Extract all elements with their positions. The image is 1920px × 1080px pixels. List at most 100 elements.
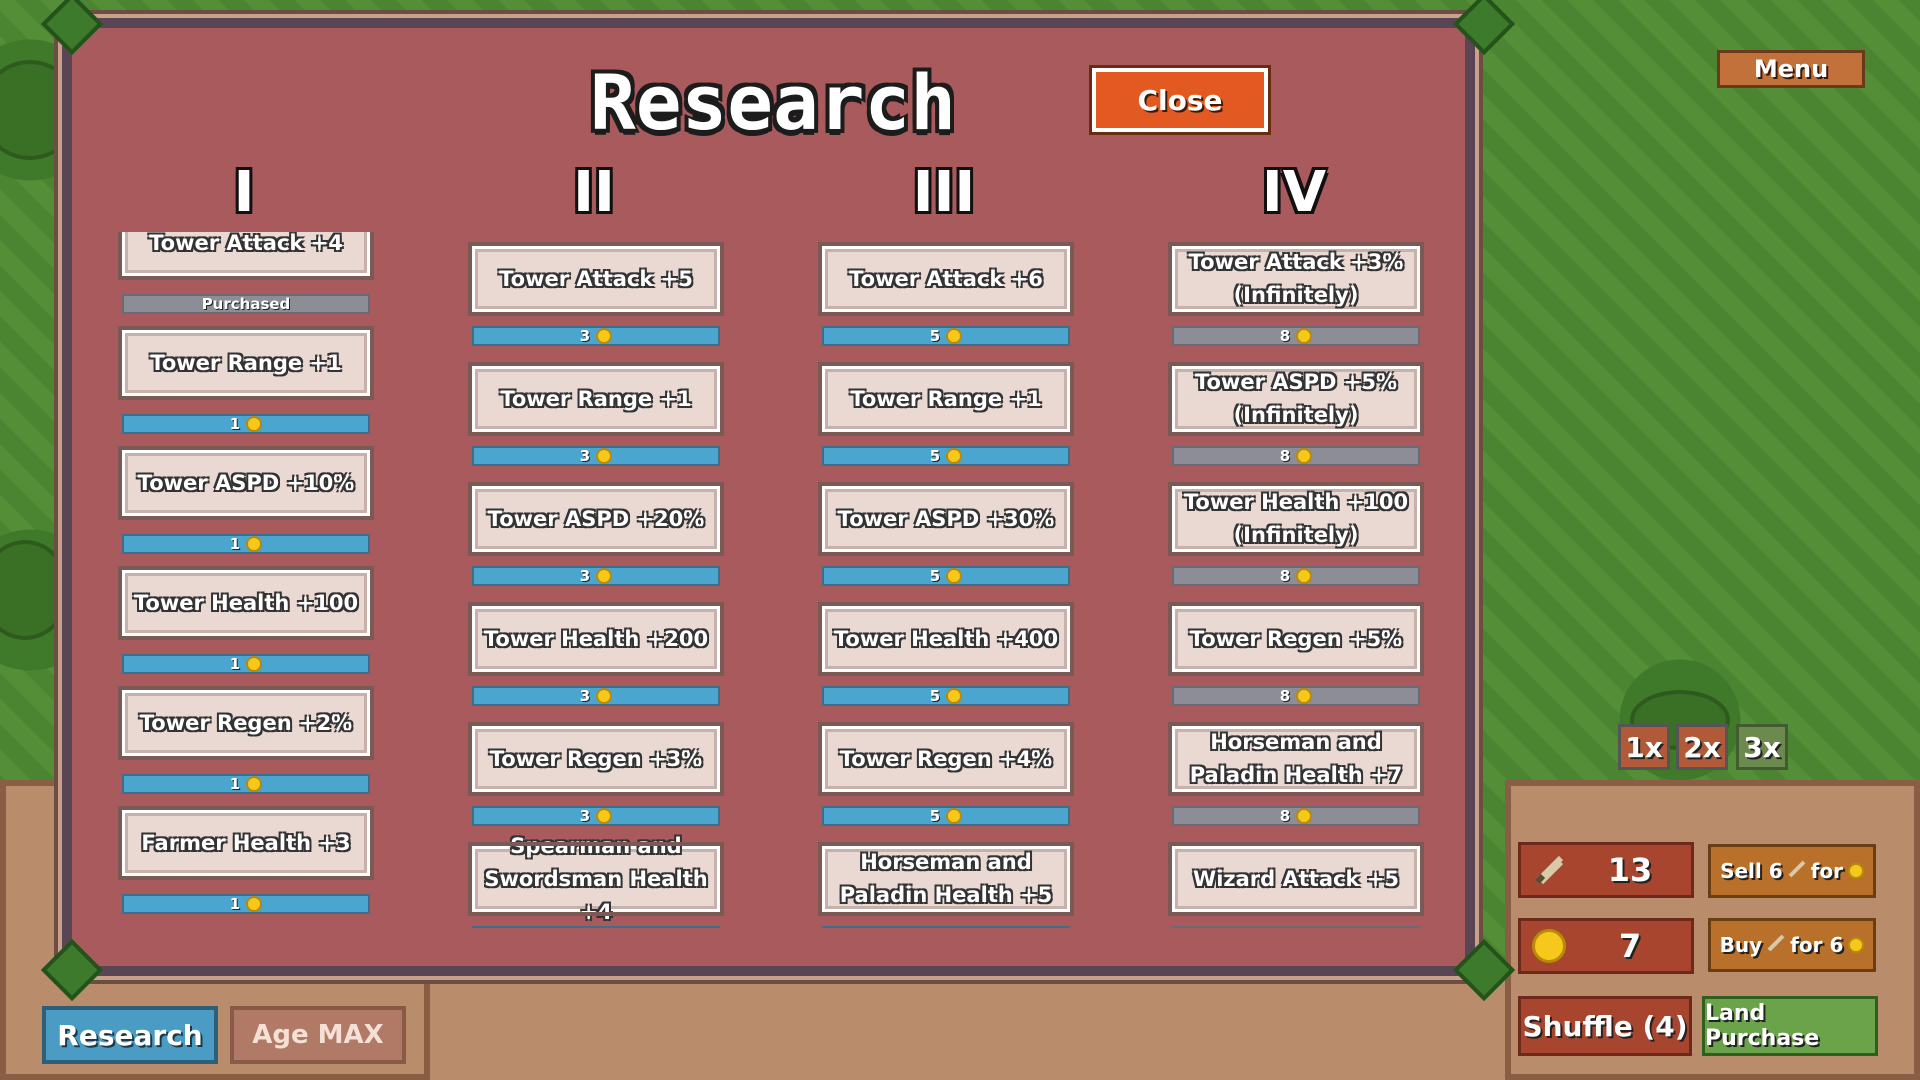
research-cost[interactable]: 3	[472, 446, 720, 466]
coin-icon	[1529, 926, 1569, 966]
research-item[interactable]: Tower Attack +4	[118, 232, 374, 280]
bottom-field	[430, 970, 1505, 1080]
research-cost[interactable]: 1	[122, 414, 370, 434]
tier-3-header: III	[912, 160, 976, 225]
research-item[interactable]: Tower ASPD +5% (Infinitely)	[1168, 362, 1424, 436]
research-cost[interactable]: 1	[122, 774, 370, 794]
speed-2x-button[interactable]: 2x	[1676, 724, 1728, 770]
research-item[interactable]: Tower Health +400	[818, 602, 1074, 676]
research-tab[interactable]: Research	[42, 1006, 218, 1064]
coin-icon	[246, 536, 263, 552]
research-item[interactable]: Tower Range +1	[818, 362, 1074, 436]
sell-scrolls-button[interactable]: Sell 6 for	[1708, 844, 1876, 898]
research-cost[interactable]: 3	[472, 686, 720, 706]
research-cost[interactable]: 5	[822, 446, 1070, 466]
research-item[interactable]: Tower ASPD +30%	[818, 482, 1074, 556]
research-item[interactable]: Tower Health +100	[118, 566, 374, 640]
research-title: Research	[590, 58, 957, 147]
research-item[interactable]: Farmer Health +3	[118, 806, 374, 880]
research-item[interactable]: Wizard Attack +5	[1168, 842, 1424, 916]
sell-for-label: for	[1810, 859, 1843, 883]
research-cost[interactable]: 8	[1172, 326, 1420, 346]
cost-value: 3	[579, 447, 591, 465]
coin-resource: 7	[1518, 918, 1694, 974]
research-cost[interactable]: 5	[822, 566, 1070, 586]
close-button[interactable]: Close	[1089, 65, 1271, 135]
speed-1x-button[interactable]: 1x	[1618, 724, 1670, 770]
research-item[interactable]: Tower Attack +6	[818, 242, 1074, 316]
coin-icon	[946, 688, 963, 704]
coin-icon	[596, 448, 613, 464]
research-item[interactable]: Horseman and Paladin Health +5	[818, 842, 1074, 916]
research-cost[interactable]: 8	[1172, 446, 1420, 466]
research-cost[interactable]: 3	[472, 566, 720, 586]
research-status: Purchased	[122, 294, 370, 314]
menu-button[interactable]: Menu	[1717, 50, 1865, 88]
research-cost[interactable]: 5	[822, 326, 1070, 346]
coin-icon	[246, 416, 263, 432]
scroll-icon	[1788, 859, 1806, 883]
research-item[interactable]: Tower Regen +5%	[1168, 602, 1424, 676]
age-max-tab[interactable]: Age MAX	[230, 1006, 406, 1064]
coin-icon	[246, 776, 263, 792]
coin-icon	[1296, 568, 1313, 584]
buy-scrolls-button[interactable]: Buy for 6	[1708, 918, 1876, 972]
research-cost[interactable]: 1	[122, 894, 370, 914]
research-item[interactable]: Tower ASPD +10%	[118, 446, 374, 520]
coin-icon	[596, 808, 613, 824]
speed-3x-button[interactable]: 3x	[1736, 724, 1788, 770]
coin-icon	[246, 896, 263, 912]
research-cost[interactable]: 1	[122, 534, 370, 554]
research-item[interactable]: Tower Regen +2%	[118, 686, 374, 760]
research-item[interactable]: Tower Health +200	[468, 602, 724, 676]
research-cost[interactable]: 5	[822, 806, 1070, 826]
coin-icon	[596, 328, 613, 344]
research-scroll-area[interactable]: Tower Attack +4 Purchased Tower Range +1…	[110, 232, 1440, 928]
research-item[interactable]: Horseman and Paladin Health +7	[1168, 722, 1424, 796]
cost-value: 5	[929, 567, 941, 585]
coin-icon	[596, 568, 613, 584]
research-cost[interactable]: 3	[472, 806, 720, 826]
coin-count: 7	[1618, 927, 1642, 965]
sell-label: Sell 6	[1720, 859, 1783, 883]
cost-value: 3	[579, 327, 591, 345]
research-item[interactable]: Tower Regen +4%	[818, 722, 1074, 796]
tier-2-header: II	[573, 160, 615, 225]
coin-icon	[1847, 863, 1864, 879]
research-item[interactable]: Tower Attack +5	[468, 242, 724, 316]
research-cost[interactable]: 3	[472, 326, 720, 346]
research-cost[interactable]: 3	[472, 926, 720, 928]
research-item[interactable]: Spearman and Swordsman Health +4	[468, 834, 724, 924]
cost-value: 8	[1279, 327, 1291, 345]
cost-value: 5	[929, 327, 941, 345]
research-item[interactable]: Tower Regen +3%	[468, 722, 724, 796]
coin-icon	[946, 808, 963, 824]
research-cost[interactable]: 8	[1172, 686, 1420, 706]
research-item[interactable]: Tower Health +100 (Infinitely)	[1168, 482, 1424, 556]
scroll-resource: 13	[1518, 842, 1694, 898]
scroll-icon	[1767, 933, 1785, 957]
cost-value: 3	[579, 687, 591, 705]
cost-value: 3	[579, 567, 591, 585]
cost-value: 1	[229, 895, 241, 913]
cost-value: 5	[929, 447, 941, 465]
research-cost[interactable]: 5	[822, 926, 1070, 928]
research-item[interactable]: Tower Attack +3% (Infinitely)	[1168, 242, 1424, 316]
cost-value: 8	[1279, 687, 1291, 705]
research-cost[interactable]: 5	[822, 686, 1070, 706]
research-item[interactable]: Tower ASPD +20%	[468, 482, 724, 556]
land-purchase-button[interactable]: Land Purchase	[1702, 996, 1878, 1056]
research-cost[interactable]: 1	[122, 654, 370, 674]
cost-value: 1	[229, 415, 241, 433]
research-item[interactable]: Tower Range +1	[118, 326, 374, 400]
research-cost[interactable]: 8	[1172, 926, 1420, 928]
coin-icon	[1296, 808, 1313, 824]
shuffle-button[interactable]: Shuffle (4)	[1518, 996, 1692, 1056]
research-cost[interactable]: 8	[1172, 806, 1420, 826]
cost-value: 5	[930, 927, 940, 928]
buy-for-label: for 6	[1790, 933, 1844, 957]
coin-icon	[1296, 688, 1313, 704]
research-item[interactable]: Tower Range +1	[468, 362, 724, 436]
research-cost[interactable]: 8	[1172, 566, 1420, 586]
buy-label: Buy	[1719, 933, 1763, 957]
